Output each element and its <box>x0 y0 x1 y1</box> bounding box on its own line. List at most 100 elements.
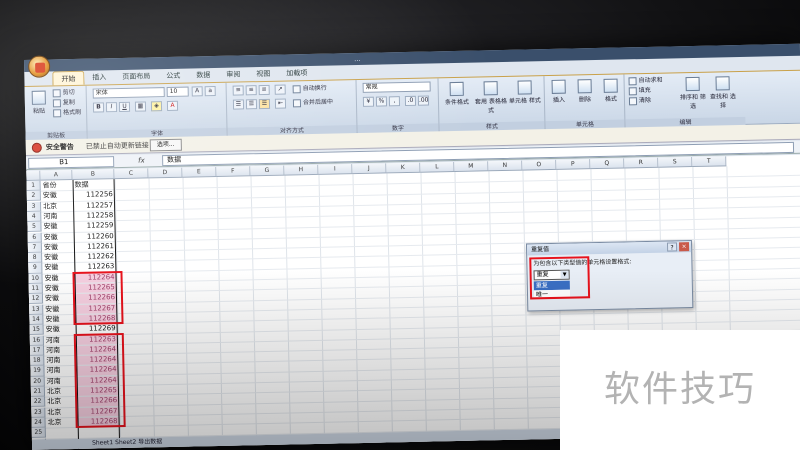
cell-a[interactable]: 北京 <box>47 407 77 418</box>
name-box[interactable]: B1 <box>28 156 115 169</box>
tab-data[interactable]: 数据 <box>188 68 218 83</box>
tab-home[interactable]: 开始 <box>52 70 85 86</box>
cell-a[interactable]: 河南 <box>46 355 76 366</box>
row-header[interactable]: 21 <box>30 386 46 398</box>
column-header-c[interactable]: C <box>114 168 149 180</box>
clear-button[interactable]: 清除 <box>628 96 651 105</box>
cut-button[interactable]: 剪切 <box>52 88 75 97</box>
column-header-d[interactable]: D <box>148 167 183 179</box>
column-header-h[interactable]: H <box>284 164 319 176</box>
cell-a[interactable]: 安徽 <box>44 242 74 253</box>
row-header[interactable]: 2 <box>26 190 41 202</box>
copy-button[interactable]: 复制 <box>52 98 75 107</box>
align-bottom-icon[interactable]: ≡ <box>258 84 270 96</box>
cell-a[interactable]: 河南 <box>43 211 73 222</box>
format-cells-button[interactable]: 格式 <box>598 76 623 103</box>
cell-a[interactable]: 安徽 <box>44 252 74 263</box>
align-left-icon[interactable]: ☰ <box>232 99 245 110</box>
cell-a[interactable]: 北京 <box>43 201 73 212</box>
cell-a[interactable]: 北京 <box>47 396 77 407</box>
column-header-s[interactable]: S <box>658 157 693 168</box>
row-header[interactable]: 19 <box>30 366 45 377</box>
row-header[interactable]: 1 <box>26 180 41 192</box>
column-header-t[interactable]: T <box>692 156 727 168</box>
cell-a[interactable]: 河南 <box>47 376 77 387</box>
cell-a[interactable]: 河南 <box>46 334 76 345</box>
row-header[interactable]: 20 <box>30 376 45 387</box>
row-header[interactable]: 10 <box>28 273 43 284</box>
fx-icon[interactable]: fx <box>138 155 158 166</box>
number-format-combo[interactable]: 常规 <box>362 81 431 93</box>
tab-addins[interactable]: 加载项 <box>278 66 315 81</box>
row-header[interactable]: 24 <box>31 417 46 428</box>
align-middle-icon[interactable]: ≡ <box>245 85 257 96</box>
wrap-text-button[interactable]: 自动换行 <box>292 84 327 94</box>
column-header-g[interactable]: G <box>250 165 285 177</box>
align-right-icon[interactable]: ☰ <box>258 98 271 110</box>
row-header[interactable]: 9 <box>28 263 43 274</box>
column-header-n[interactable]: N <box>488 160 523 172</box>
row-header[interactable]: 17 <box>29 345 45 356</box>
office-button-icon[interactable] <box>27 55 51 78</box>
cell-a[interactable]: 省份 <box>43 180 73 191</box>
column-header-l[interactable]: L <box>420 162 455 173</box>
insert-cells-button[interactable]: 插入 <box>546 78 571 104</box>
column-header-k[interactable]: K <box>386 162 421 174</box>
row-header[interactable]: 8 <box>28 252 43 264</box>
percent-button[interactable]: % <box>375 96 388 107</box>
row-header[interactable]: 13 <box>29 304 44 315</box>
row-header[interactable]: 12 <box>28 293 44 305</box>
column-header-a[interactable]: A <box>40 170 73 181</box>
decrease-decimal-icon[interactable]: .00 <box>417 95 430 106</box>
column-header-p[interactable]: P <box>556 159 591 170</box>
row-header[interactable]: 5 <box>27 221 42 233</box>
indent-icon[interactable]: ⇤ <box>274 98 287 109</box>
cell-a[interactable]: 安徽 <box>44 273 74 284</box>
cell-a[interactable]: 安徽 <box>45 304 75 315</box>
row-header[interactable]: 16 <box>29 335 44 346</box>
format-painter-button[interactable]: 格式刷 <box>53 108 81 118</box>
column-header-q[interactable]: Q <box>590 158 625 170</box>
close-icon[interactable]: × <box>678 242 690 252</box>
currency-icon[interactable]: ¥ <box>362 96 375 107</box>
comma-button[interactable]: , <box>388 96 401 107</box>
bold-button[interactable]: B <box>92 102 105 113</box>
tab-formulas[interactable]: 公式 <box>158 69 188 84</box>
cell-a[interactable]: 河南 <box>46 345 76 356</box>
conditional-format-button[interactable]: 条件格式 <box>441 80 474 107</box>
tab-page-layout[interactable]: 页面布局 <box>114 69 158 84</box>
row-header[interactable]: 4 <box>27 211 42 223</box>
tab-review[interactable]: 审阅 <box>218 67 248 82</box>
row-header[interactable]: 22 <box>31 396 46 408</box>
column-header-r[interactable]: R <box>624 157 659 169</box>
font-size-combo[interactable]: 10 <box>166 86 189 98</box>
column-header-e[interactable]: E <box>182 166 217 178</box>
border-icon[interactable]: ▦ <box>134 101 147 112</box>
grow-font-icon[interactable]: A <box>191 86 203 97</box>
row-header[interactable]: 25 <box>31 427 46 439</box>
cell-a[interactable]: 安徽 <box>45 314 75 325</box>
underline-button[interactable]: U <box>118 101 131 113</box>
row-header[interactable]: 14 <box>29 314 44 326</box>
autosum-button[interactable]: 自动求和 <box>628 76 663 86</box>
font-name-combo[interactable]: 宋体 <box>92 87 165 99</box>
shrink-font-icon[interactable]: a <box>204 85 216 97</box>
align-top-icon[interactable]: ≡ <box>232 85 244 96</box>
column-header-j[interactable]: J <box>352 163 387 175</box>
delete-cells-button[interactable]: 删除 <box>572 77 597 103</box>
column-header-o[interactable]: O <box>522 159 557 171</box>
sort-filter-button[interactable]: 排序和 筛选 <box>678 75 707 111</box>
increase-decimal-icon[interactable]: .0 <box>404 95 417 107</box>
merge-center-button[interactable]: 合并后居中 <box>292 98 333 108</box>
options-button[interactable]: 选项... <box>149 138 182 152</box>
row-header[interactable]: 23 <box>31 407 46 418</box>
row-header[interactable]: 18 <box>30 355 45 367</box>
paste-button[interactable]: 粘贴 <box>27 88 52 115</box>
help-icon[interactable]: ? <box>666 242 678 252</box>
row-header[interactable]: 11 <box>28 283 43 295</box>
column-header-i[interactable]: I <box>318 164 353 175</box>
cell-a[interactable]: 北京 <box>47 386 77 397</box>
cell-a[interactable]: 安徽 <box>46 324 76 335</box>
column-header-m[interactable]: M <box>454 161 489 173</box>
row-header[interactable]: 15 <box>29 324 44 336</box>
